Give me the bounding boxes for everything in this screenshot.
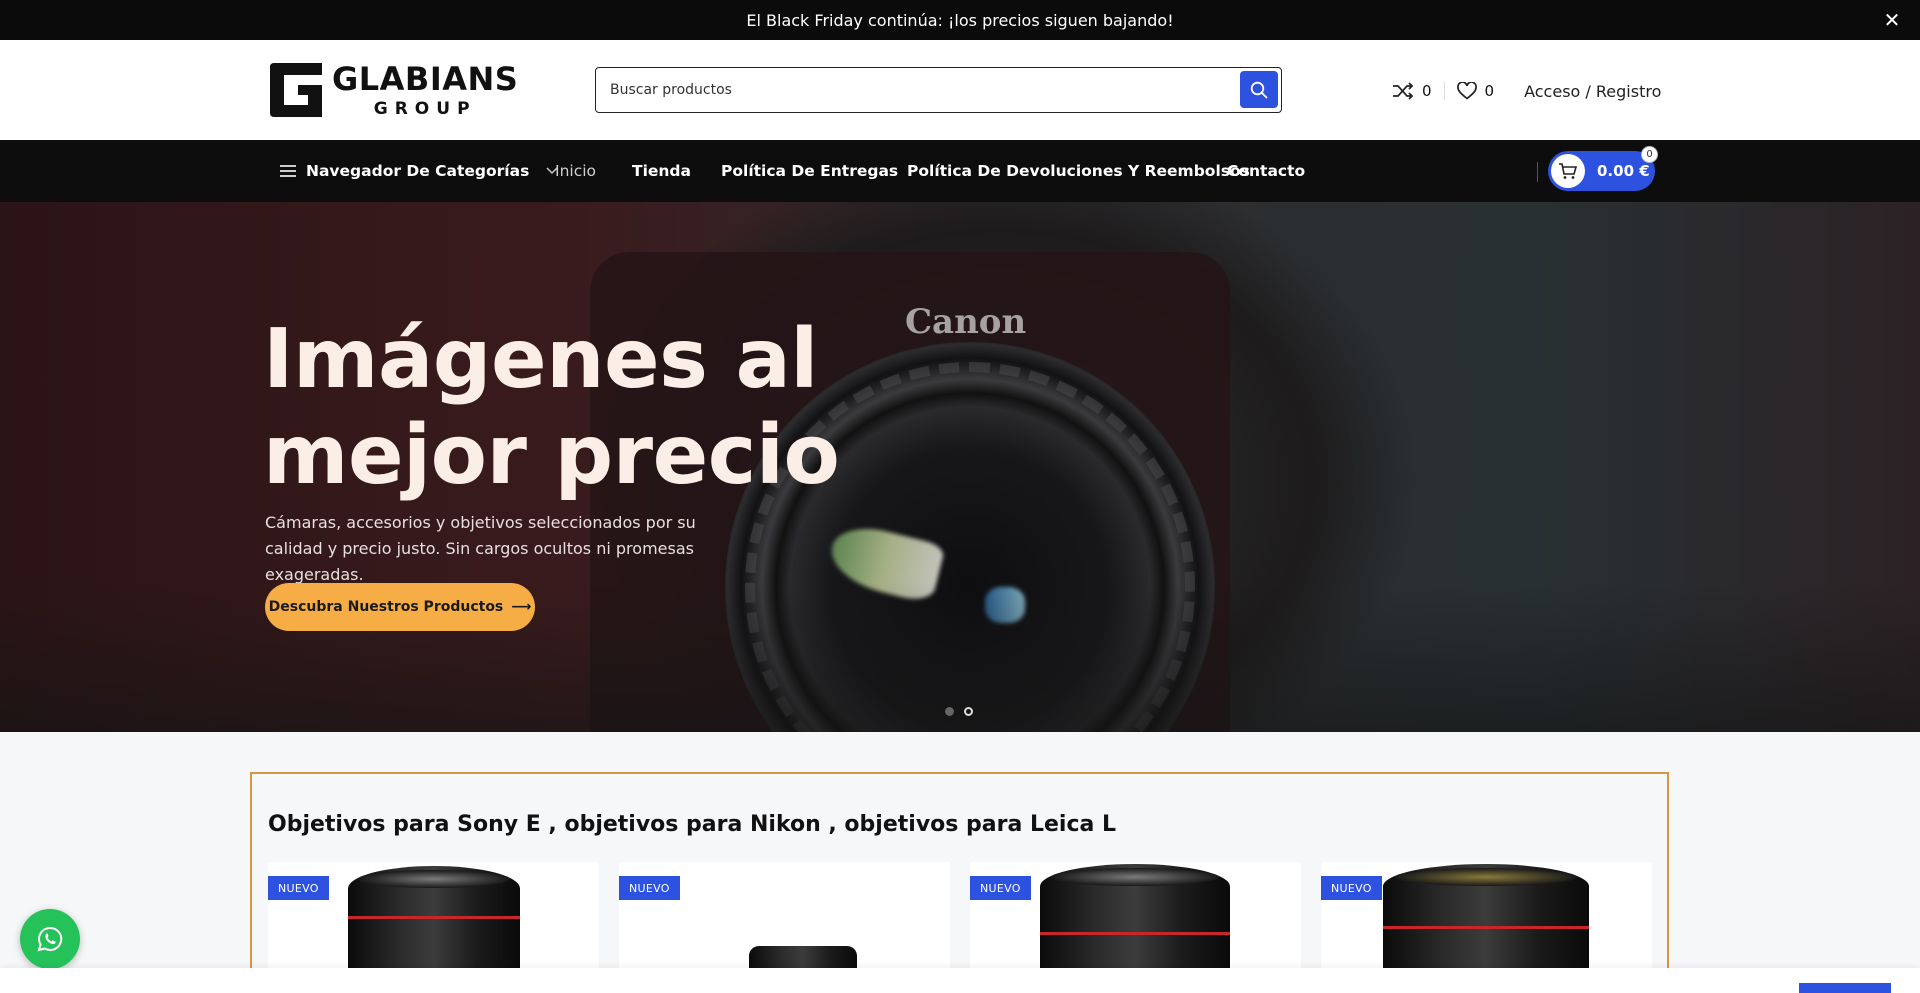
hero-subtitle: Cámaras, accesorios y objetivos seleccio… [265,513,696,584]
whatsapp-button[interactable] [20,909,80,969]
site-header: GLABIANS GROUP 0 0 Acceso / Registro [0,40,1920,140]
hero-title-line1: Imágenes al [263,312,818,407]
new-badge: NUEVO [268,876,329,900]
bottom-action-button[interactable] [1799,983,1891,993]
slider-dots [945,707,973,716]
nav-divider [1537,162,1538,182]
arrow-right-icon: ⟶ [511,599,532,615]
products-section: Objetivos para Sony E , objetivos para N… [250,772,1669,993]
compare-count: 0 [1422,82,1432,100]
nav-link-entregas[interactable]: Política De Entregas [721,140,898,202]
compare-button[interactable]: 0 [1380,82,1444,100]
logo-mark-icon [270,63,322,117]
logo[interactable]: GLABIANS GROUP [268,61,518,119]
wishlist-count: 0 [1484,82,1495,100]
main-nav: Navegador De Categorías Inicio Tienda Po… [0,140,1920,202]
bottom-bar [0,968,1920,993]
cart-count-badge: 0 [1641,146,1658,163]
nav-link-devoluciones[interactable]: Política De Devoluciones Y Reembolsos [907,140,1250,202]
slider-dot-1[interactable] [945,707,954,716]
heart-icon [1456,82,1477,100]
search-button[interactable] [1240,71,1278,108]
close-icon[interactable]: ✕ [1880,8,1904,32]
nav-link-tienda[interactable]: Tienda [632,140,691,202]
nav-link-inicio[interactable]: Inicio [555,140,596,202]
cart-icon [1559,163,1578,179]
new-badge: NUEVO [619,876,680,900]
logo-word-1: GLABIANS [332,59,519,98]
hero-slider: Canon Imágenes al mejor precio Cámaras, … [0,202,1920,732]
account-link[interactable]: Acceso / Registro [1524,82,1661,101]
shuffle-icon [1393,82,1414,100]
wishlist-button[interactable]: 0 [1443,82,1507,100]
section-title: Objetivos para Sony E , objetivos para N… [268,812,1117,837]
search-input[interactable] [610,68,1210,111]
hero-cta-button[interactable]: Descubra Nuestros Productos ⟶ [265,583,535,631]
categories-label: Navegador De Categorías [306,162,530,180]
categories-dropdown[interactable]: Navegador De Categorías [280,140,559,202]
promo-text: El Black Friday continúa: ¡los precios s… [746,10,1174,30]
whatsapp-icon [37,926,63,952]
cart-button[interactable]: 0.00 € 0 [1548,146,1658,191]
search-bar [595,67,1282,113]
cart-amount: 0.00 € [1597,162,1650,180]
hero-title: Imágenes al mejor precio [263,312,963,504]
hero-cta-label: Descubra Nuestros Productos [268,599,504,615]
search-icon [1250,81,1268,98]
slider-dot-2[interactable] [964,707,973,716]
hero-title-line2: mejor precio [263,408,840,503]
nav-link-contacto[interactable]: Contacto [1227,140,1305,202]
menu-icon [280,165,296,177]
promo-bar: El Black Friday continúa: ¡los precios s… [0,0,1920,40]
logo-word-2: GROUP [373,98,477,119]
new-badge: NUEVO [1321,876,1382,900]
new-badge: NUEVO [970,876,1031,900]
